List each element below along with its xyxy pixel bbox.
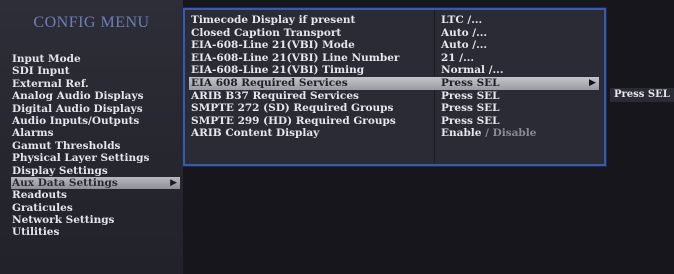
flyout-label: Press SEL — [614, 89, 670, 100]
required-services-flyout[interactable]: Press SEL — [610, 88, 674, 102]
menu-item-digital-audio-displays[interactable]: Digital Audio Displays — [11, 103, 180, 115]
submenu-arrow-icon: ▶ — [589, 77, 596, 88]
menu-item-graticules[interactable]: Graticules — [11, 202, 180, 214]
submenu-row-eia608-timing[interactable]: EIA-608-Line 21(VBI) Timing Normal /... — [191, 64, 601, 77]
aux-data-rows: Timecode Display if present LTC /... Clo… — [189, 14, 601, 140]
menu-item-analog-audio-displays[interactable]: Analog Audio Displays — [11, 90, 180, 102]
menu-item-audio-inputs-outputs[interactable]: Audio Inputs/Outputs — [11, 115, 180, 127]
submenu-row-closed-caption-transport[interactable]: Closed Caption Transport Auto /... — [191, 27, 601, 40]
menu-item-sdi-input[interactable]: SDI Input — [11, 65, 180, 77]
submenu-row-timecode-display[interactable]: Timecode Display if present LTC /... — [191, 14, 601, 27]
option-enable: Enable — [441, 127, 482, 140]
submenu-row-smpte272-required-groups[interactable]: SMPTE 272 (SD) Required Groups Press SEL — [191, 102, 601, 115]
menu-item-display-settings[interactable]: Display Settings — [11, 165, 180, 177]
submenu-arrow-icon: ▶ — [170, 177, 177, 188]
menu-item-gamut-thresholds[interactable]: Gamut Thresholds — [11, 140, 180, 152]
submenu-row-eia608-required-services[interactable]: EIA 608 Required Services Press SEL ▶ — [189, 76, 601, 90]
menu-item-aux-data-settings[interactable]: Aux Data Settings ▶ — [11, 176, 180, 190]
submenu-row-eia608-line-number[interactable]: EIA-608-Line 21(VBI) Line Number 21 /... — [191, 52, 601, 65]
config-menu-list: Input Mode SDI Input External Ref. Analo… — [11, 53, 180, 239]
menu-item-readouts[interactable]: Readouts — [11, 189, 180, 201]
menu-item-alarms[interactable]: Alarms — [11, 127, 180, 139]
menu-item-physical-layer-settings[interactable]: Physical Layer Settings — [11, 152, 180, 164]
submenu-row-arib-b37-required-services[interactable]: ARIB B37 Required Services Press SEL — [191, 90, 601, 103]
submenu-row-eia608-mode[interactable]: EIA-608-Line 21(VBI) Mode Auto /... — [191, 39, 601, 52]
aux-data-submenu: Timecode Display if present LTC /... Clo… — [183, 8, 606, 166]
submenu-row-smpte299-required-groups[interactable]: SMPTE 299 (HD) Required Groups Press SEL — [191, 115, 601, 128]
menu-item-input-mode[interactable]: Input Mode — [11, 53, 180, 65]
submenu-row-arib-content-display[interactable]: ARIB Content Display Enable / Disable — [191, 127, 601, 140]
menu-item-external-ref[interactable]: External Ref. — [11, 78, 180, 90]
waveform-monitor-screen: CONFIG MENU Input Mode SDI Input Externa… — [0, 0, 674, 274]
menu-item-utilities[interactable]: Utilities — [11, 226, 180, 238]
menu-item-network-settings[interactable]: Network Settings — [11, 214, 180, 226]
option-disable: / Disable — [481, 127, 537, 140]
config-menu-title: CONFIG MENU — [33, 14, 150, 31]
config-menu-panel: CONFIG MENU Input Mode SDI Input Externa… — [0, 0, 183, 274]
